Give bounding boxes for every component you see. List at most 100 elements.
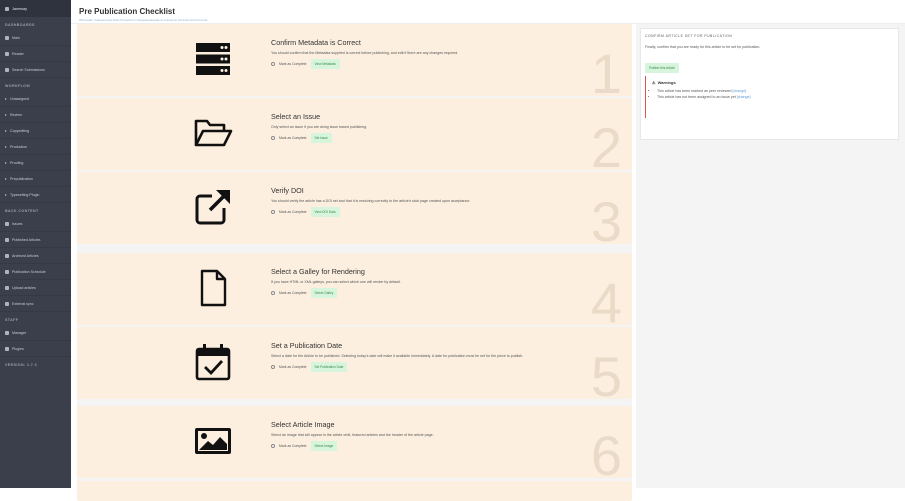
mark-complete-label: Mark as Complete bbox=[279, 291, 307, 295]
step-description: Select an image that will appear in the … bbox=[271, 433, 434, 437]
step-title: Select a Galley for Rendering bbox=[271, 267, 365, 276]
page-title: Pre Publication Checklist bbox=[79, 7, 176, 16]
view-doi-data-button[interactable]: View DOI Data bbox=[310, 207, 340, 217]
main-area: Pre Publication Checklist Wild Guide / K… bbox=[71, 0, 905, 501]
folder-open-icon bbox=[194, 119, 233, 147]
sidebar-item-review[interactable]: Review bbox=[0, 107, 71, 123]
sidebar-item-archived-articles[interactable]: Archived Articles bbox=[0, 248, 71, 264]
sidebar-item-unassigned[interactable]: Unassigned bbox=[0, 91, 71, 107]
sidebar-version: VERSION: 1.7.3 bbox=[5, 363, 37, 367]
warnings-box: ⚠ Warnings This article has been marked … bbox=[645, 76, 888, 118]
step-title: Set a Publication Date bbox=[271, 341, 343, 350]
checklist: Confirm Metadata is Correct You should c… bbox=[77, 24, 632, 501]
user-icon bbox=[5, 330, 9, 335]
chevron-right-icon bbox=[5, 97, 7, 100]
breadcrumb[interactable]: Wild Guide / Kaleidoscopic Ratio Percept… bbox=[79, 18, 905, 22]
sidebar-section-workflow: WORKFLOW bbox=[5, 84, 31, 88]
external-link-icon bbox=[195, 190, 230, 225]
sidebar-section-back-content: BACK CONTENT bbox=[5, 209, 39, 213]
gear-icon bbox=[5, 6, 9, 11]
sidebar-item-production[interactable]: Production bbox=[0, 139, 71, 155]
mark-complete-label: Mark as Complete bbox=[279, 62, 307, 66]
sidebar-item-published-articles[interactable]: Published Articles bbox=[0, 232, 71, 248]
sidebar-item-search-submissions[interactable]: Search Submissions bbox=[0, 62, 71, 78]
step-number: 3 bbox=[590, 190, 622, 253]
checklist-step-doi: Verify DOI You should verify the article… bbox=[77, 172, 632, 250]
file-icon bbox=[5, 237, 9, 242]
set-publication-date-button[interactable]: Set Publication Date bbox=[310, 362, 348, 372]
upload-icon bbox=[5, 285, 9, 290]
home-icon bbox=[5, 35, 9, 40]
sidebar-item-copyediting[interactable]: Copyediting bbox=[0, 123, 71, 139]
sidebar: Janeway DASHBOARDS Main Reader Search Su… bbox=[0, 0, 71, 488]
search-icon bbox=[5, 67, 9, 72]
change-link[interactable]: [change] bbox=[733, 89, 747, 93]
sidebar-item-plugins[interactable]: Plugins bbox=[0, 341, 71, 357]
chevron-right-icon bbox=[5, 177, 7, 180]
sidebar-section-staff: STAFF bbox=[5, 318, 19, 322]
mark-complete-label: Mark as Complete bbox=[279, 365, 307, 369]
plug-icon bbox=[5, 346, 9, 351]
confirm-description: Finally, confirm that you are ready for … bbox=[645, 45, 761, 49]
step-title: Confirm Metadata is Correct bbox=[271, 38, 361, 47]
step-number: 4 bbox=[590, 271, 622, 334]
image-icon bbox=[195, 428, 231, 454]
checklist-step-metadata: Confirm Metadata is Correct You should c… bbox=[77, 24, 632, 102]
step-description: You should verify the article has a DOI … bbox=[271, 199, 471, 203]
sidebar-item-reader[interactable]: Reader bbox=[0, 46, 71, 62]
mark-complete-checkbox[interactable] bbox=[271, 444, 275, 448]
sidebar-item-issues[interactable]: Issues bbox=[0, 216, 71, 232]
book-icon bbox=[5, 51, 9, 56]
sidebar-item-main[interactable]: Main bbox=[0, 30, 71, 46]
calendar-check-icon bbox=[195, 344, 231, 381]
step-number: 2 bbox=[590, 116, 622, 179]
select-galley-button[interactable]: Select Galley bbox=[310, 288, 338, 298]
file-icon bbox=[200, 269, 227, 307]
sidebar-item-external-sync[interactable]: External sync bbox=[0, 296, 71, 312]
select-image-button[interactable]: Select Image bbox=[310, 441, 338, 451]
sidebar-item-publication-schedule[interactable]: Publication Schedule bbox=[0, 264, 71, 280]
mark-complete-label: Mark as Complete bbox=[279, 136, 307, 140]
chevron-right-icon bbox=[5, 145, 7, 148]
page-header: Pre Publication Checklist Wild Guide / K… bbox=[71, 0, 905, 24]
checklist-step-publication-date: Set a Publication Date Select a date for… bbox=[77, 327, 632, 405]
confirm-panel: CONFIRM ARTICLE SET FOR PUBLICATION Fina… bbox=[636, 24, 905, 488]
mark-complete-checkbox[interactable] bbox=[271, 62, 275, 66]
change-link[interactable]: [change] bbox=[737, 95, 751, 99]
sidebar-item-manager[interactable]: Manager bbox=[0, 325, 71, 341]
mark-complete-checkbox[interactable] bbox=[271, 365, 275, 369]
mark-complete-checkbox[interactable] bbox=[271, 291, 275, 295]
step-description: If you have HTML or XML galleys, you can… bbox=[271, 280, 401, 284]
calendar-icon bbox=[5, 269, 9, 274]
user-menu[interactable]: Janeway bbox=[0, 0, 71, 17]
checklist-step-article-image: Select Article Image Select an image tha… bbox=[77, 406, 632, 484]
chevron-right-icon bbox=[5, 161, 7, 164]
step-number: 5 bbox=[590, 345, 622, 408]
step-number: 6 bbox=[590, 424, 622, 487]
book-icon bbox=[5, 221, 9, 226]
view-metadata-button[interactable]: View Metadata bbox=[310, 59, 340, 69]
checklist-step-partial bbox=[77, 481, 632, 501]
sidebar-item-upload-articles[interactable]: Upload articles bbox=[0, 280, 71, 296]
mark-complete-checkbox[interactable] bbox=[271, 210, 275, 214]
warnings-title: Warnings bbox=[657, 80, 676, 85]
sidebar-item-typesetting-plugin[interactable]: Typesetting Plugin bbox=[0, 187, 71, 203]
set-issue-button[interactable]: Set Issue bbox=[310, 133, 332, 143]
sidebar-item-prepublication[interactable]: Prepublication bbox=[0, 171, 71, 187]
user-name: Janeway bbox=[12, 6, 27, 11]
step-title: Verify DOI bbox=[271, 186, 304, 195]
warning-item: This article has not been assigned to an… bbox=[657, 95, 888, 101]
sidebar-section-dashboards: DASHBOARDS bbox=[5, 23, 35, 27]
mark-complete-label: Mark as Complete bbox=[279, 444, 307, 448]
warning-icon: ⚠ bbox=[652, 80, 656, 85]
step-description: Only select an issue if you are doing is… bbox=[271, 125, 368, 129]
step-title: Select Article Image bbox=[271, 420, 335, 429]
sidebar-item-proofing[interactable]: Proofing bbox=[0, 155, 71, 171]
chevron-right-icon bbox=[5, 129, 7, 132]
sync-icon bbox=[5, 301, 9, 306]
mark-complete-checkbox[interactable] bbox=[271, 136, 275, 140]
archive-icon bbox=[5, 253, 9, 258]
warnings-list: This article has been marked as peer rev… bbox=[657, 89, 888, 100]
chevron-right-icon bbox=[5, 113, 7, 116]
publish-article-button[interactable]: Publish this Article bbox=[645, 63, 679, 73]
